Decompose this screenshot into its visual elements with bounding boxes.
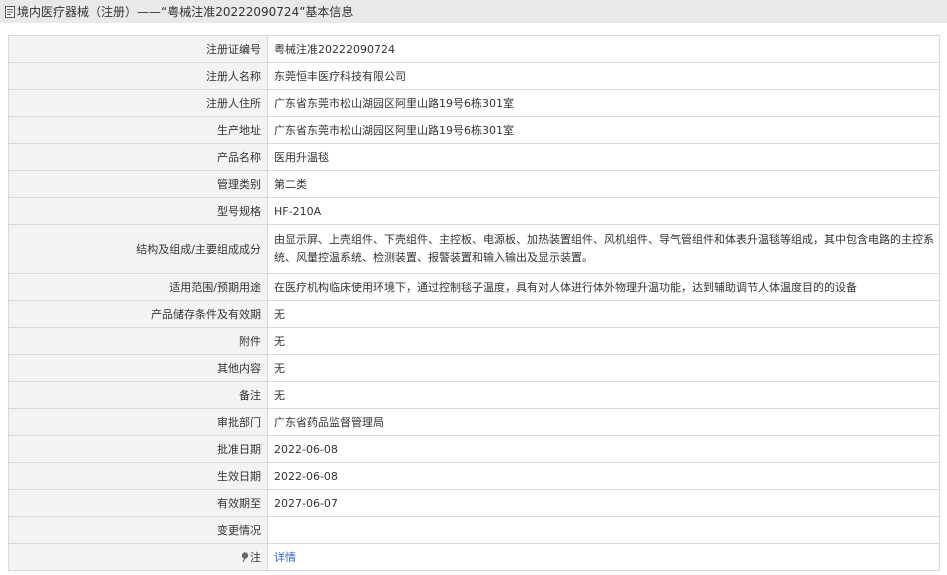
- row-value: 在医疗机构临床使用环境下，通过控制毯子温度，具有对人体进行体外物理升温功能，达到…: [267, 273, 940, 301]
- row-value: 2022-06-08: [267, 435, 940, 463]
- table-row: 管理类别 第二类: [8, 170, 940, 198]
- note-label-cell: 注: [8, 543, 268, 571]
- table-row: 其他内容 无: [8, 354, 940, 382]
- table-row: 产品名称 医用升温毯: [8, 143, 940, 171]
- row-value: 第二类: [267, 170, 940, 198]
- row-label: 其他内容: [8, 354, 268, 382]
- row-label: 备注: [8, 381, 268, 409]
- row-value: 无: [267, 354, 940, 382]
- row-label: 批准日期: [8, 435, 268, 463]
- table-row-note: 注 详情: [8, 543, 940, 571]
- table-row: 有效期至 2027-06-07: [8, 489, 940, 517]
- table-row: 审批部门 广东省药品监督管理局: [8, 408, 940, 436]
- row-label: 产品名称: [8, 143, 268, 171]
- table-row: 注册证编号 粤械注准20222090724: [8, 35, 940, 63]
- row-label: 产品储存条件及有效期: [8, 300, 268, 328]
- row-label: 适用范围/预期用途: [8, 273, 268, 301]
- row-value: 2027-06-07: [267, 489, 940, 517]
- table-row: 生产地址 广东省东莞市松山湖园区阿里山路19号6栋301室: [8, 116, 940, 144]
- table-row: 备注 无: [8, 381, 940, 409]
- document-icon: [5, 5, 15, 18]
- row-value: 医用升温毯: [267, 143, 940, 171]
- row-label: 管理类别: [8, 170, 268, 198]
- row-value: 广东省东莞市松山湖园区阿里山路19号6栋301室: [267, 116, 940, 144]
- table-row: 变更情况: [8, 516, 940, 544]
- row-value: [267, 516, 940, 544]
- row-value: HF-210A: [267, 197, 940, 225]
- row-label: 变更情况: [8, 516, 268, 544]
- row-label: 有效期至: [8, 489, 268, 517]
- note-value-cell: 详情: [267, 543, 940, 571]
- row-value: 广东省东莞市松山湖园区阿里山路19号6栋301室: [267, 89, 940, 117]
- row-value: 无: [267, 300, 940, 328]
- row-value: 无: [267, 327, 940, 355]
- page-title: 境内医疗器械（注册）——“粤械注准20222090724”基本信息: [17, 5, 354, 19]
- row-label: 生产地址: [8, 116, 268, 144]
- row-value: 广东省药品监督管理局: [267, 408, 940, 436]
- table-row: 结构及组成/主要组成成分 由显示屏、上壳组件、下壳组件、主控板、电源板、加热装置…: [8, 224, 940, 274]
- page-header: 境内医疗器械（注册）——“粤械注准20222090724”基本信息: [0, 0, 947, 23]
- row-label: 生效日期: [8, 462, 268, 490]
- registration-info-table: 注册证编号 粤械注准20222090724 注册人名称 东莞恒丰医疗科技有限公司…: [8, 35, 940, 571]
- table-row: 注册人住所 广东省东莞市松山湖园区阿里山路19号6栋301室: [8, 89, 940, 117]
- row-label: 型号规格: [8, 197, 268, 225]
- table-row: 产品储存条件及有效期 无: [8, 300, 940, 328]
- note-label-wrap: 注: [241, 549, 261, 565]
- table-row: 生效日期 2022-06-08: [8, 462, 940, 490]
- row-value: 无: [267, 381, 940, 409]
- row-value: 由显示屏、上壳组件、下壳组件、主控板、电源板、加热装置组件、风机组件、导气管组件…: [267, 224, 940, 274]
- row-label: 注册证编号: [8, 35, 268, 63]
- note-label: 注: [250, 551, 261, 564]
- row-value: 2022-06-08: [267, 462, 940, 490]
- pin-icon: [241, 552, 249, 562]
- row-label: 注册人名称: [8, 62, 268, 90]
- row-value: 东莞恒丰医疗科技有限公司: [267, 62, 940, 90]
- table-row: 批准日期 2022-06-08: [8, 435, 940, 463]
- table-row: 注册人名称 东莞恒丰医疗科技有限公司: [8, 62, 940, 90]
- table-row: 型号规格 HF-210A: [8, 197, 940, 225]
- table-row: 附件 无: [8, 327, 940, 355]
- row-label: 审批部门: [8, 408, 268, 436]
- details-link[interactable]: 详情: [274, 551, 296, 564]
- row-value: 粤械注准20222090724: [267, 35, 940, 63]
- row-label: 结构及组成/主要组成成分: [8, 224, 268, 274]
- row-label: 附件: [8, 327, 268, 355]
- table-row: 适用范围/预期用途 在医疗机构临床使用环境下，通过控制毯子温度，具有对人体进行体…: [8, 273, 940, 301]
- row-label: 注册人住所: [8, 89, 268, 117]
